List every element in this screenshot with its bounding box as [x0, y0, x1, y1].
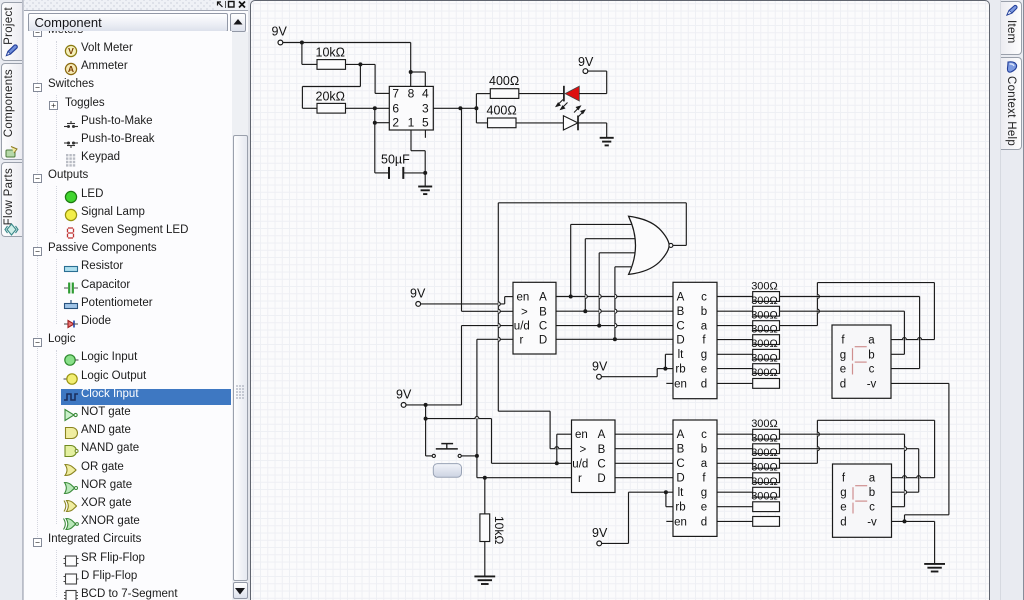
svg-text:a: a	[868, 335, 875, 347]
svg-text:b: b	[701, 444, 707, 456]
svg-text:A: A	[68, 64, 74, 74]
svg-text:300Ω: 300Ω	[751, 280, 778, 292]
svg-text:20kΩ: 20kΩ	[316, 90, 346, 104]
svg-text:300Ω: 300Ω	[751, 367, 778, 379]
svg-text:B: B	[598, 444, 606, 456]
svg-text:e: e	[701, 502, 707, 514]
svg-text:300Ω: 300Ω	[751, 491, 778, 503]
svg-text:300Ω: 300Ω	[751, 338, 778, 350]
svg-text:9V: 9V	[592, 359, 608, 373]
svg-text:-v: -v	[867, 516, 877, 528]
svg-text:e: e	[840, 502, 846, 514]
svg-text:C: C	[539, 321, 547, 333]
svg-text:7: 7	[392, 87, 399, 101]
svg-text:A: A	[677, 291, 685, 303]
svg-text:lt: lt	[678, 349, 685, 361]
svg-text:g: g	[840, 487, 846, 499]
svg-text:6: 6	[392, 102, 399, 116]
svg-text:u/d: u/d	[572, 458, 588, 470]
svg-text:10kΩ: 10kΩ	[316, 46, 346, 60]
svg-text:r: r	[520, 334, 524, 346]
svg-text:a: a	[701, 458, 708, 470]
svg-text:5: 5	[422, 116, 429, 130]
svg-text:rb: rb	[675, 502, 685, 514]
svg-text:a: a	[869, 473, 876, 485]
svg-text:en: en	[674, 516, 687, 528]
svg-text:-v: -v	[867, 378, 877, 390]
svg-text:d: d	[840, 378, 846, 390]
svg-text:>: >	[521, 306, 528, 318]
svg-text:10kΩ: 10kΩ	[492, 516, 506, 544]
svg-text:B: B	[677, 306, 685, 318]
svg-text:r: r	[578, 473, 582, 485]
svg-text:d: d	[701, 378, 707, 390]
svg-text:9V: 9V	[578, 55, 594, 69]
svg-text:B: B	[677, 444, 685, 456]
svg-text:lt: lt	[678, 487, 685, 499]
svg-text:e: e	[840, 364, 846, 376]
svg-text:300Ω: 300Ω	[751, 447, 778, 459]
svg-text:b: b	[869, 487, 875, 499]
svg-text:A: A	[539, 291, 547, 303]
svg-text:en: en	[674, 378, 687, 390]
svg-text:A: A	[677, 429, 685, 441]
svg-text:c: c	[701, 291, 707, 303]
svg-text:g: g	[840, 349, 846, 361]
svg-text:D: D	[597, 473, 605, 485]
svg-text:A: A	[598, 429, 606, 441]
svg-text:300Ω: 300Ω	[751, 462, 778, 474]
svg-text:en: en	[517, 291, 530, 303]
svg-text:4: 4	[422, 87, 429, 101]
svg-text:c: c	[869, 502, 875, 514]
svg-text:400Ω: 400Ω	[487, 104, 517, 118]
svg-text:g: g	[701, 487, 707, 499]
svg-text:300Ω: 300Ω	[751, 323, 778, 335]
svg-text:C: C	[676, 321, 684, 333]
svg-text:50µF: 50µF	[381, 153, 410, 167]
svg-text:g: g	[701, 349, 707, 361]
svg-text:C: C	[597, 458, 605, 470]
svg-text:V: V	[68, 46, 74, 56]
svg-text:b: b	[868, 349, 874, 361]
svg-text:b: b	[701, 306, 707, 318]
svg-text:C: C	[676, 458, 684, 470]
svg-text:a: a	[701, 321, 708, 333]
svg-text:u/d: u/d	[514, 321, 530, 333]
svg-text:300Ω: 300Ω	[751, 418, 778, 430]
svg-text:300Ω: 300Ω	[751, 295, 778, 307]
svg-text:9V: 9V	[396, 388, 412, 402]
svg-text:300Ω: 300Ω	[751, 309, 778, 321]
svg-text:c: c	[701, 429, 707, 441]
svg-text:D: D	[676, 473, 684, 485]
svg-text:B: B	[539, 306, 547, 318]
svg-text:1: 1	[408, 116, 415, 130]
svg-text:d: d	[840, 516, 846, 528]
svg-text:9V: 9V	[592, 526, 608, 540]
svg-text:300Ω: 300Ω	[751, 352, 778, 364]
svg-text:9V: 9V	[272, 25, 288, 39]
svg-text:D: D	[539, 334, 547, 346]
svg-text:en: en	[575, 429, 588, 441]
svg-text:e: e	[701, 364, 707, 376]
svg-text:8: 8	[408, 87, 415, 101]
svg-text:>: >	[580, 444, 587, 456]
svg-text:2: 2	[392, 116, 399, 130]
svg-text:3: 3	[422, 102, 429, 116]
svg-text:rb: rb	[675, 364, 685, 376]
svg-text:300Ω: 300Ω	[751, 476, 778, 488]
svg-text:d: d	[701, 516, 707, 528]
svg-text:D: D	[676, 335, 684, 347]
svg-text:c: c	[869, 364, 875, 376]
svg-text:300Ω: 300Ω	[751, 433, 778, 445]
svg-text:9V: 9V	[410, 287, 426, 301]
svg-text:400Ω: 400Ω	[489, 74, 519, 88]
